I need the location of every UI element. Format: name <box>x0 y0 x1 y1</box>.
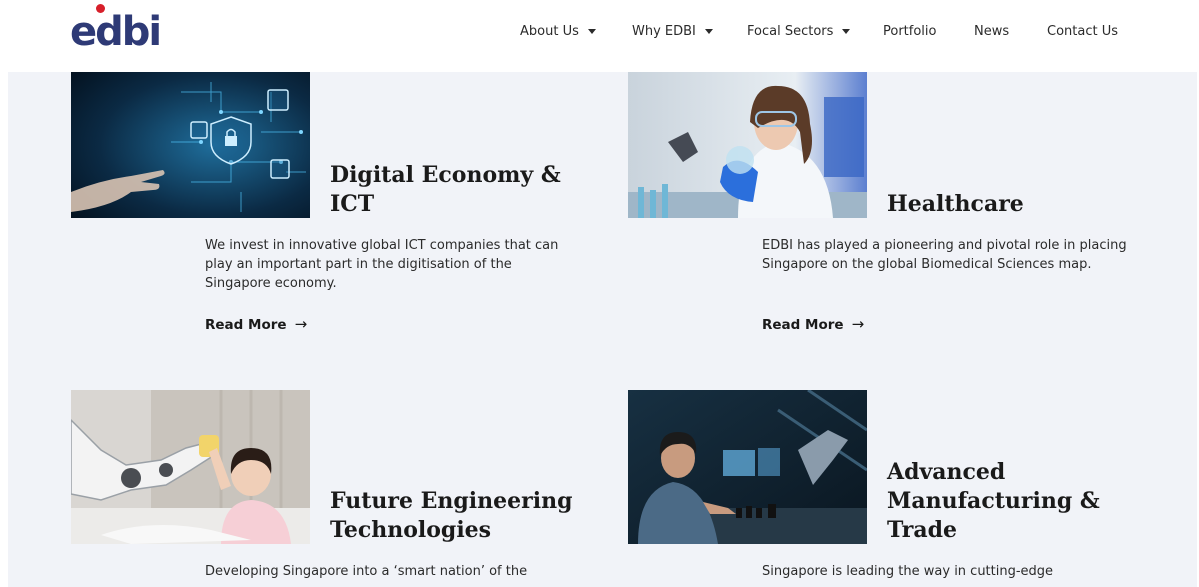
nav-label: News <box>974 24 1010 39</box>
healthcare-title[interactable]: Healthcare <box>887 190 1024 219</box>
nav-contact-us[interactable]: Contact Us <box>1047 22 1118 42</box>
title-line: ICT <box>330 191 375 217</box>
nav-about-us[interactable]: About Us <box>520 22 596 42</box>
arrow-right-icon: → <box>851 315 865 333</box>
digital-economy-description: We invest in innovative global ICT compa… <box>205 238 559 291</box>
title-line: Future Engineering <box>330 488 573 514</box>
caret-down-icon <box>842 29 851 34</box>
caret-down-icon <box>587 29 596 34</box>
advanced-manufacturing-title[interactable]: Advanced Manufacturing & Trade <box>887 458 1100 545</box>
title-line: Digital Economy & <box>330 162 561 188</box>
nav-focal-sectors[interactable]: Focal Sectors <box>747 22 851 42</box>
digital-economy-image[interactable] <box>71 72 310 218</box>
edbi-logo[interactable]: edbi <box>70 9 162 55</box>
digital-economy-title[interactable]: Digital Economy & ICT <box>330 161 561 219</box>
healthcare-image[interactable] <box>628 72 867 218</box>
healthcare-description: EDBI has played a pioneering and pivotal… <box>762 238 1127 272</box>
digital-economy-read-more-link[interactable]: Read More → <box>205 314 307 335</box>
logo-text: edbi <box>70 9 162 55</box>
title-line: Trade <box>887 517 957 543</box>
caret-down-icon <box>704 29 713 34</box>
nav-why-edbi[interactable]: Why EDBI <box>632 22 713 42</box>
nav-portfolio[interactable]: Portfolio <box>883 22 936 42</box>
nav-label: About Us <box>520 24 579 39</box>
advanced-manufacturing-description: Singapore is leading the way in cutting-… <box>762 564 1054 579</box>
arrow-right-icon: → <box>294 315 308 333</box>
future-engineering-image[interactable] <box>71 390 310 544</box>
nav-news[interactable]: News <box>974 22 1009 42</box>
healthcare-read-more-link[interactable]: Read More → <box>762 314 864 335</box>
focal-sectors-section: Digital Economy & ICT We invest in innov… <box>8 72 1197 587</box>
nav-label: Contact Us <box>1047 24 1118 39</box>
future-engineering-title[interactable]: Future Engineering Technologies <box>330 487 572 545</box>
advanced-manufacturing-image[interactable] <box>628 390 867 544</box>
nav-label: Why EDBI <box>632 24 696 39</box>
title-line: Technologies <box>330 517 492 543</box>
logo-red-dot-icon <box>96 4 105 13</box>
nav-label: Focal Sectors <box>747 24 834 39</box>
read-more-label: Read More <box>205 317 287 333</box>
title-line: Healthcare <box>887 191 1024 217</box>
nav-label: Portfolio <box>883 24 937 39</box>
title-line: Manufacturing & <box>887 488 1100 514</box>
title-line: Advanced <box>887 459 1006 485</box>
read-more-label: Read More <box>762 317 844 333</box>
site-header: edbi About Us Why EDBI Focal Sectors Por… <box>0 0 1199 72</box>
future-engineering-description: Developing Singapore into a ‘smart natio… <box>205 564 528 579</box>
